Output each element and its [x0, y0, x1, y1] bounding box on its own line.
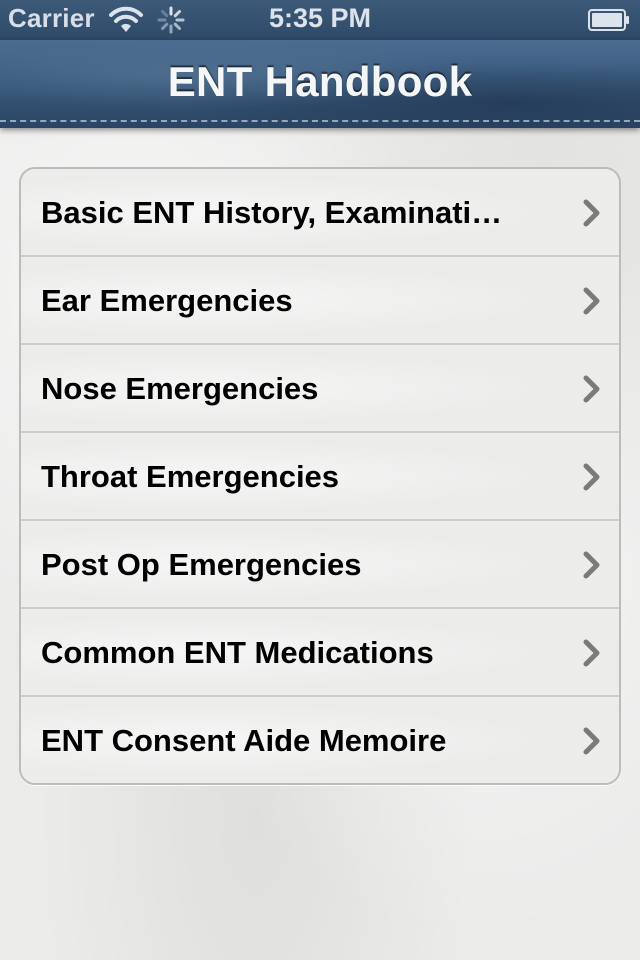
nav-stitch-divider [0, 120, 640, 122]
status-time: 5:35 PM [268, 3, 372, 33]
menu-item-label: Basic ENT History, Examinati… [41, 195, 503, 230]
chevron-right-icon [583, 551, 600, 579]
menu-item-label: Throat Emergencies [41, 459, 340, 494]
battery-icon [588, 9, 629, 31]
menu-item-basic-ent-history[interactable]: Basic ENT History, Examinati… [21, 169, 619, 257]
chevron-right-icon [583, 727, 600, 755]
chevron-right-icon [583, 375, 600, 403]
menu-item-label: Nose Emergencies [41, 371, 319, 406]
chevron-right-icon [583, 199, 600, 227]
menu-item-post-op-emergencies[interactable]: Post Op Emergencies [21, 521, 619, 609]
navigation-bar: ENT Handbook [0, 40, 640, 128]
menu-item-label: Ear Emergencies [41, 283, 293, 318]
menu-item-label: Post Op Emergencies [41, 547, 362, 582]
chevron-right-icon [583, 639, 600, 667]
menu-item-label: Common ENT Medications [41, 635, 434, 670]
menu-item-label: ENT Consent Aide Memoire [41, 723, 447, 758]
menu-item-ear-emergencies[interactable]: Ear Emergencies [21, 257, 619, 345]
page-title: ENT Handbook [167, 58, 473, 105]
menu-item-common-ent-medications[interactable]: Common ENT Medications [21, 609, 619, 697]
chevron-right-icon [583, 463, 600, 491]
menu-item-ent-consent-aide-memoire[interactable]: ENT Consent Aide Memoire [21, 697, 619, 783]
menu-list: Basic ENT History, Examinati… Ear Emerge… [19, 167, 621, 785]
status-bar: Carrier 5:35 PM [0, 0, 640, 40]
menu-item-throat-emergencies[interactable]: Throat Emergencies [21, 433, 619, 521]
menu-item-nose-emergencies[interactable]: Nose Emergencies [21, 345, 619, 433]
chevron-right-icon [583, 287, 600, 315]
